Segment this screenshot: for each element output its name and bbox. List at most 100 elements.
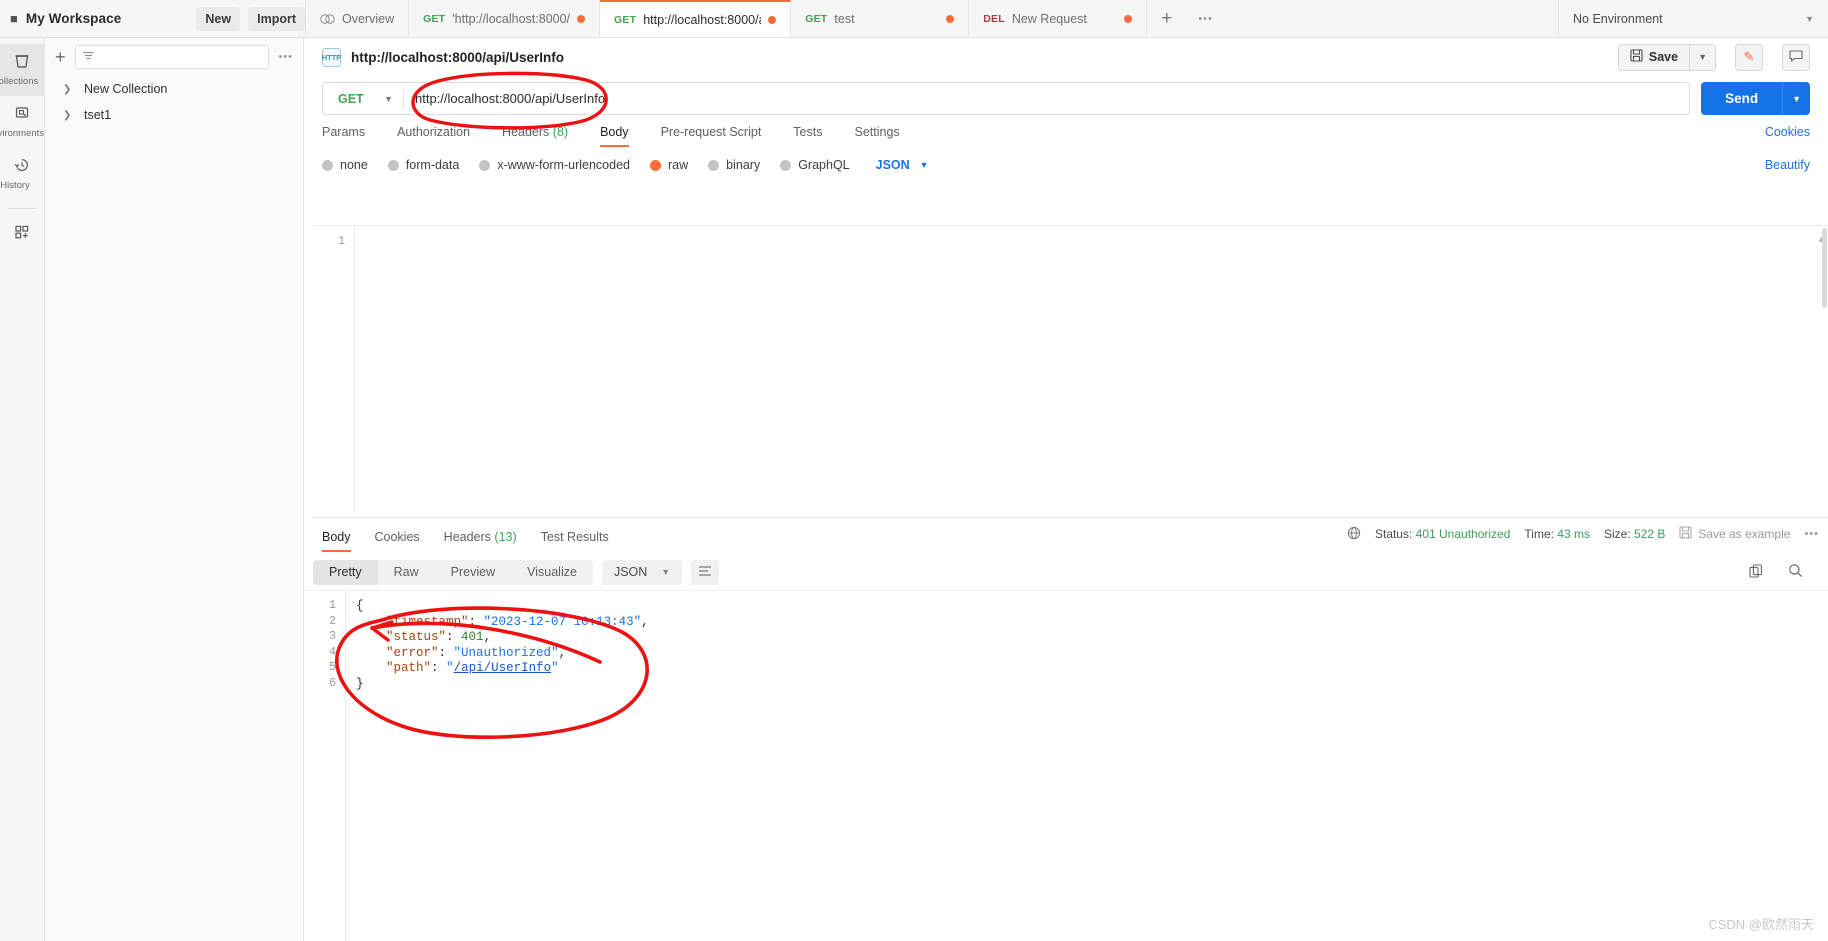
url-row: GET ▼ Send ▼ <box>304 82 1828 115</box>
body-type-x-www-form-urlencoded[interactable]: x-www-form-urlencoded <box>479 158 630 172</box>
tab-options-button[interactable]: ••• <box>1186 0 1225 37</box>
view-mode-pretty[interactable]: Pretty <box>313 559 378 585</box>
body-type-graphql[interactable]: GraphQL <box>780 158 850 172</box>
view-mode-preview[interactable]: Preview <box>435 560 511 585</box>
tab-method: GET <box>805 12 828 25</box>
tab-headers[interactable]: Headers (8) <box>486 125 584 147</box>
response-body-viewer[interactable]: 1 2 3 4 5 6 { "timestamp": "2023-12-07 1… <box>304 590 1828 941</box>
new-module-button[interactable] <box>0 217 44 251</box>
copy-response-button[interactable] <box>1749 563 1763 581</box>
tab-request-4[interactable]: DEL New Request <box>969 0 1148 37</box>
save-label: Save <box>1648 50 1679 64</box>
request-title: http://localhost:8000/api/UserInfo <box>351 49 565 65</box>
body-format-selector[interactable]: JSON ▼ <box>876 158 929 172</box>
sidebar-filter-input[interactable] <box>74 45 270 69</box>
tab-label: 'http://localhost:8000/ <box>452 11 571 26</box>
response-tab-body[interactable]: Body <box>313 522 363 552</box>
plus-icon: + <box>1161 7 1173 29</box>
response-code-line: } <box>356 676 364 691</box>
editor-text-area[interactable] <box>354 226 1828 517</box>
send-options-button[interactable]: ▼ <box>1782 82 1810 115</box>
sidebar-item-label: History <box>0 180 30 191</box>
view-mode-raw[interactable]: Raw <box>378 560 435 585</box>
unsaved-dot-icon <box>1124 14 1133 23</box>
send-button[interactable]: Send <box>1701 82 1782 115</box>
url-input[interactable] <box>404 83 1690 114</box>
editor-scrollbar[interactable] <box>1822 228 1827 308</box>
tab-label: Settings <box>854 125 900 139</box>
response-tab-test-results[interactable]: Test Results <box>529 522 621 552</box>
request-pane: HTTP http://localhost:8000/api/UserInfo … <box>304 38 1828 941</box>
new-button[interactable]: New <box>196 6 241 31</box>
edit-request-button[interactable]: ✎ <box>1735 43 1763 71</box>
response-divider[interactable] <box>313 517 1828 518</box>
tab-label: Headers <box>502 125 550 139</box>
tab-label: Authorization <box>397 125 471 139</box>
floppy-icon <box>1679 526 1692 542</box>
import-button[interactable]: Import <box>248 6 305 31</box>
response-more-button[interactable]: ••• <box>1804 528 1819 540</box>
sidebar-item-history[interactable]: History <box>0 148 44 200</box>
cookies-link[interactable]: Cookies <box>1765 125 1810 147</box>
url-bar: GET ▼ <box>322 82 1691 115</box>
environment-selector[interactable]: No Environment ▼ <box>1558 0 1828 37</box>
tab-settings[interactable]: Settings <box>838 125 915 147</box>
body-type-row: none form-data x-www-form-urlencoded raw… <box>304 158 1828 172</box>
radio-icon <box>479 159 491 171</box>
tab-method: GET <box>614 13 637 26</box>
watermark: CSDN @欧然雨天 <box>1708 917 1814 932</box>
tab-overview[interactable]: Overview <box>306 0 410 37</box>
body-type-none[interactable]: none <box>322 158 368 172</box>
add-collection-button[interactable]: + <box>55 48 66 66</box>
body-type-raw[interactable]: raw <box>650 158 688 172</box>
tab-body[interactable]: Body <box>584 125 645 147</box>
tab-label: Params <box>322 125 366 139</box>
save-as-example-label: Save as example <box>1698 527 1791 541</box>
search-response-button[interactable] <box>1788 563 1803 581</box>
tab-authorization[interactable]: Authorization <box>381 125 486 147</box>
new-module-icon <box>14 224 30 244</box>
response-tab-headers[interactable]: Headers (13) <box>432 522 529 552</box>
body-type-form-data[interactable]: form-data <box>387 158 459 172</box>
left-rail: Collections Environments History <box>0 38 45 941</box>
sidebar-item-environments[interactable]: Environments <box>0 96 44 148</box>
chevron-down-icon: ▼ <box>919 160 929 170</box>
tab-tests[interactable]: Tests <box>777 125 838 147</box>
tab-request-2[interactable]: GET http://localhost:8000/a <box>600 0 792 37</box>
ellipsis-icon: ••• <box>1198 12 1213 25</box>
radio-icon <box>322 159 333 171</box>
status-value: 401 Unauthorized <box>1415 527 1511 541</box>
view-mode-visualize[interactable]: Visualize <box>511 560 593 585</box>
save-button[interactable]: Save <box>1619 45 1689 70</box>
response-format-selector[interactable]: JSON ▼ <box>601 559 683 585</box>
tab-request-3[interactable]: GET test <box>791 0 970 37</box>
response-code-line: "error": "Unauthorized", <box>386 645 567 660</box>
request-body-editor[interactable]: 1 ▲ <box>313 225 1828 517</box>
status-label: Status: <box>1374 527 1413 541</box>
save-as-example-button[interactable]: Save as example <box>1679 526 1790 542</box>
tab-params[interactable]: Params <box>322 125 381 147</box>
environment-name: No Environment <box>1573 11 1663 26</box>
tab-request-1[interactable]: GET 'http://localhost:8000/ <box>409 0 601 37</box>
word-wrap-button[interactable] <box>691 559 720 585</box>
tab-pre-request-script[interactable]: Pre-request Script <box>645 125 778 147</box>
method-selector[interactable]: GET ▼ <box>323 83 403 114</box>
chevron-down-icon: ▼ <box>1698 52 1707 62</box>
body-type-label: raw <box>668 158 689 172</box>
save-button-group: Save ▼ <box>1617 43 1716 71</box>
body-type-label: none <box>340 158 368 172</box>
body-type-binary[interactable]: binary <box>708 158 760 172</box>
response-tab-cookies[interactable]: Cookies <box>363 522 432 552</box>
sidebar-item-collections[interactable]: Collections <box>0 44 44 96</box>
beautify-link[interactable]: Beautify <box>1765 158 1810 172</box>
radio-icon <box>650 159 661 171</box>
collection-item-new-collection[interactable]: ❯ New Collection <box>45 76 303 102</box>
ellipsis-icon: ••• <box>278 51 293 63</box>
sidebar-more-button[interactable]: ••• <box>278 51 293 63</box>
comment-request-button[interactable] <box>1782 43 1810 71</box>
sidebar-item-label: Environments <box>0 128 45 139</box>
new-tab-button[interactable]: + <box>1147 0 1186 37</box>
save-options-button[interactable]: ▼ <box>1689 44 1715 70</box>
line-number: 1 <box>329 599 336 612</box>
collection-item-tset1[interactable]: ❯ tset1 <box>45 102 303 128</box>
